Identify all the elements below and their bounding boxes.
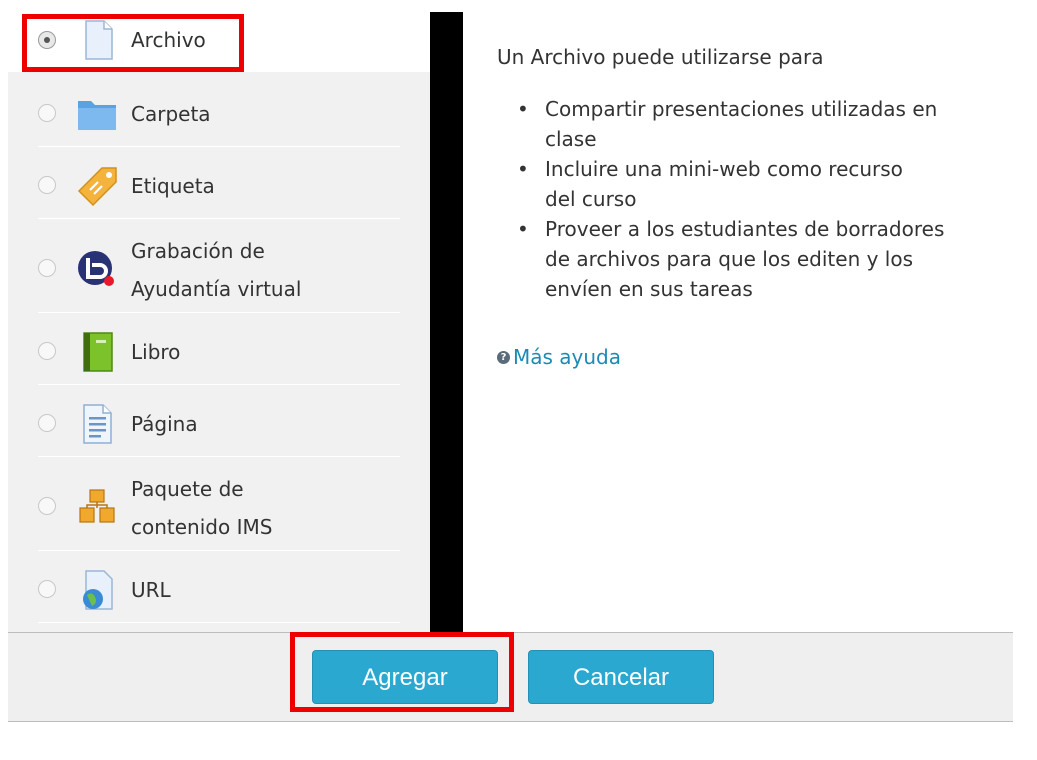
radio-etiqueta[interactable] [38,176,56,194]
module-label-line1: Grabación de [131,239,265,263]
file-icon [85,20,113,60]
module-option-libro[interactable]: Libro [38,320,400,385]
module-label: Libro [131,340,181,364]
help-bullet-line: Incluire una mini-web como recurso [545,157,903,181]
help-bullet-line: del curso [545,187,637,211]
help-bullet: Incluire una mini-web como recurso del c… [517,154,997,214]
activity-chooser: Archivo Carpeta Etiqueta Grabación de Ay… [0,0,1037,760]
module-option-pagina[interactable]: Página [38,392,400,457]
radio-grabacion[interactable] [38,259,56,277]
module-option-archivo[interactable]: Archivo [38,14,400,71]
help-bullet-line: Proveer a los estudiantes de borradores [545,217,945,241]
url-icon [83,570,113,610]
help-bullet-line: Compartir presentaciones utilizadas en [545,97,938,121]
cancel-button[interactable]: Cancelar [528,650,714,704]
add-button[interactable]: Agregar [312,650,498,704]
tag-icon [77,167,117,207]
module-list: Archivo Carpeta Etiqueta Grabación de Ay… [8,0,430,632]
module-option-etiqueta[interactable]: Etiqueta [38,154,400,219]
module-option-url[interactable]: URL [38,558,400,623]
radio-ims[interactable] [38,497,56,515]
folder-icon [78,101,116,130]
help-question-icon: ? [497,350,510,364]
page-icon [83,404,112,444]
module-label-line2: contenido IMS [131,515,273,539]
help-bullet: Compartir presentaciones utilizadas en c… [517,94,997,154]
module-label: Archivo [131,28,206,52]
radio-carpeta[interactable] [38,104,56,122]
module-option-carpeta[interactable]: Carpeta [38,82,400,147]
radio-libro[interactable] [38,342,56,360]
help-intro: Un Archivo puede utilizarse para [497,45,824,69]
help-panel: Un Archivo puede utilizarse para Compart… [497,42,997,372]
more-help-label[interactable]: Más ayuda [513,342,621,372]
module-label: Carpeta [131,102,211,126]
help-bullet-line: de archivos para que los editen y los [545,247,914,271]
book-icon [83,332,113,372]
footer-bar [8,632,1013,722]
bigbluebutton-icon [78,251,114,286]
help-bullet-line: envíen en sus tareas [545,277,753,301]
radio-url[interactable] [38,580,56,598]
radio-pagina[interactable] [38,414,56,432]
more-help-link[interactable]: ? Más ayuda [497,342,997,372]
module-option-ims[interactable]: Paquete de contenido IMS [38,464,400,551]
module-option-grabacion[interactable]: Grabación de Ayudantía virtual [38,226,400,313]
help-bullet: Proveer a los estudiantes de borradores … [517,214,997,304]
panel-divider [430,12,463,632]
help-bullet-line: clase [545,127,597,151]
module-label: URL [131,578,171,602]
ims-package-icon [79,489,115,523]
module-label-line1: Paquete de [131,477,244,501]
module-label-line2: Ayudantía virtual [131,277,302,301]
module-label: Página [131,412,198,436]
module-label: Etiqueta [131,174,215,198]
help-bullets: Compartir presentaciones utilizadas en c… [497,94,997,304]
radio-archivo[interactable] [38,31,56,49]
